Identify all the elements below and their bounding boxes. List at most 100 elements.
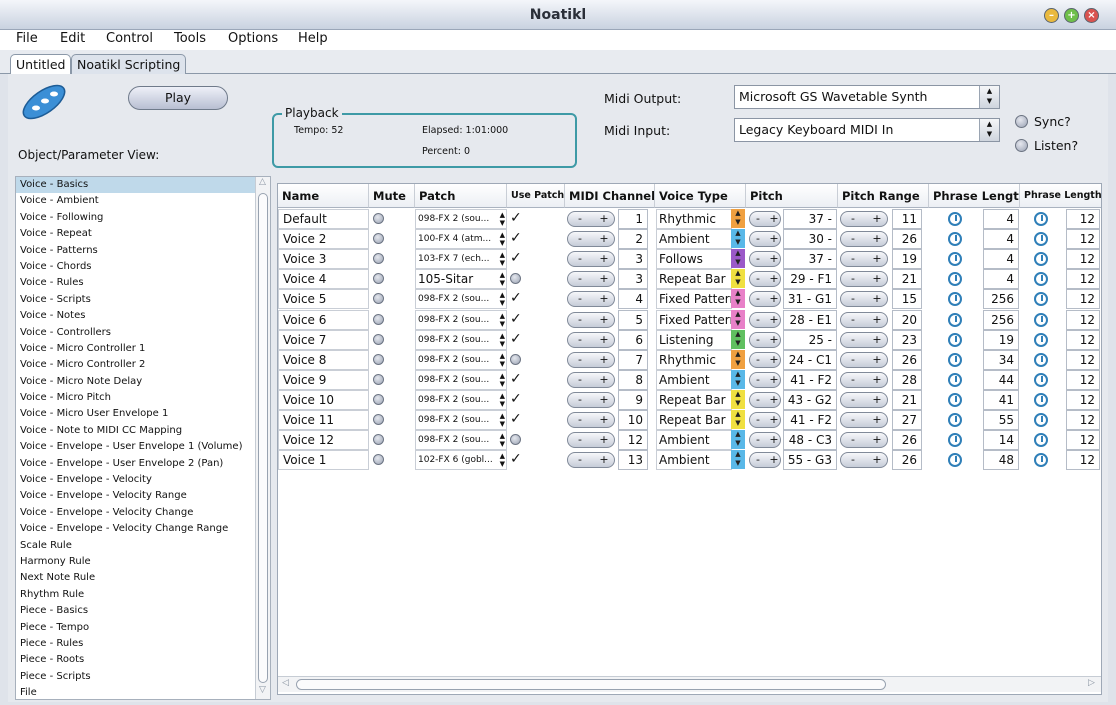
midi-channel-value[interactable]: 9	[618, 389, 648, 410]
object-list-item[interactable]: Voice - Envelope - User Envelope 2 (Pan)	[16, 456, 270, 472]
midi-channel-stepper[interactable]: - +	[567, 331, 615, 348]
midi-channel-value[interactable]: 8	[618, 369, 648, 390]
pitch-stepper[interactable]: - +	[749, 371, 781, 388]
phrase-length-dial-icon[interactable]	[948, 413, 962, 427]
sync-radio[interactable]	[1015, 115, 1028, 128]
pitch-range-stepper[interactable]: - +	[840, 391, 888, 408]
patch-spinner-icon[interactable]: ▲ ▼	[500, 211, 505, 227]
object-list-item[interactable]: Voice - Ambient	[16, 193, 270, 209]
use-patch-checkbox[interactable]: ✓	[510, 332, 522, 346]
object-list-item[interactable]: Piece - Roots	[16, 652, 270, 668]
pitch-range-value[interactable]: 26	[892, 229, 922, 250]
object-list-item[interactable]: Voice - Scripts	[16, 292, 270, 308]
col-header-mute[interactable]: Mute	[369, 184, 415, 208]
pitch-stepper[interactable]: - +	[749, 251, 781, 268]
pitch-range-value[interactable]: 20	[892, 309, 922, 330]
patch-spinner-icon[interactable]: ▲ ▼	[500, 332, 505, 348]
use-patch-checkbox[interactable]	[510, 273, 521, 285]
mute-toggle[interactable]	[373, 253, 384, 265]
midi-channel-stepper[interactable]: - +	[567, 452, 615, 469]
patch-spinner-icon[interactable]: ▲ ▼	[500, 352, 505, 368]
voice-name-cell[interactable]: Default	[278, 209, 369, 229]
pitch-value[interactable]: 29 - F1	[783, 269, 837, 290]
pitch-range-value[interactable]: 28	[892, 369, 922, 390]
midi-channel-stepper[interactable]: - +	[567, 311, 615, 328]
use-patch-checkbox[interactable]: ✓	[510, 392, 522, 406]
play-button[interactable]: Play	[128, 86, 228, 110]
object-list-item[interactable]: Voice - Repeat	[16, 226, 270, 242]
voice-name-cell[interactable]: Voice 3	[278, 249, 369, 270]
voice-type-select[interactable]: Repeat Bar	[656, 410, 732, 430]
pitch-range-stepper[interactable]: - +	[840, 452, 888, 469]
patch-select[interactable]: 098-FX 2 (sou... ▲ ▼	[415, 369, 507, 390]
mute-toggle[interactable]	[373, 373, 384, 385]
patch-select[interactable]: 098-FX 2 (sou... ▲ ▼	[415, 389, 507, 410]
phrase-length-2-dial-icon[interactable]	[1034, 352, 1048, 367]
pitch-range-value[interactable]: 27	[892, 410, 922, 430]
voice-type-select[interactable]: Fixed Pattern	[656, 309, 732, 330]
phrase-length-2-value[interactable]: 12	[1066, 389, 1100, 410]
pitch-range-value[interactable]: 11	[892, 209, 922, 229]
phrase-length-value[interactable]: 4	[983, 249, 1019, 270]
grid-horizontal-scrollbar[interactable]: ◁ ▷	[278, 676, 1101, 692]
voice-type-spinner-icon[interactable]: ▲ ▼	[731, 209, 745, 228]
voice-type-spinner-icon[interactable]: ▲ ▼	[731, 389, 745, 409]
use-patch-checkbox[interactable]: ✓	[510, 291, 522, 305]
object-list-item[interactable]: Piece - Scripts	[16, 669, 270, 685]
phrase-length-2-dial-icon[interactable]	[1034, 252, 1048, 267]
midi-channel-value[interactable]: 12	[618, 430, 648, 451]
phrase-length-2-dial-icon[interactable]	[1034, 232, 1048, 247]
patch-select[interactable]: 100-FX 4 (atm... ▲ ▼	[415, 229, 507, 250]
patch-spinner-icon[interactable]: ▲ ▼	[500, 312, 505, 328]
use-patch-checkbox[interactable]: ✓	[510, 251, 522, 265]
phrase-length-dial-icon[interactable]	[948, 352, 962, 367]
pitch-range-stepper[interactable]: - +	[840, 251, 888, 268]
mute-toggle[interactable]	[373, 313, 384, 325]
phrase-length-value[interactable]: 48	[983, 450, 1019, 471]
voice-name-cell[interactable]: Voice 6	[278, 309, 369, 330]
col-header-phrase-length-2[interactable]: Phrase Length ...	[1020, 184, 1101, 208]
close-icon[interactable]: ×	[1084, 8, 1099, 23]
maximize-icon[interactable]: +	[1064, 8, 1079, 23]
col-header-voice-type[interactable]: Voice Type	[655, 184, 746, 208]
pitch-stepper[interactable]: - +	[749, 211, 781, 227]
menu-file[interactable]: File	[16, 30, 38, 48]
patch-spinner-icon[interactable]: ▲ ▼	[500, 231, 505, 247]
midi-channel-stepper[interactable]: - +	[567, 371, 615, 388]
phrase-length-2-dial-icon[interactable]	[1034, 413, 1048, 427]
midi-channel-value[interactable]: 3	[618, 249, 648, 270]
object-list-item[interactable]: Voice - Patterns	[16, 243, 270, 259]
midi-input-spinner-icon[interactable]: ▲ ▼	[979, 119, 999, 141]
midi-channel-stepper[interactable]: - +	[567, 231, 615, 248]
col-header-phrase-length[interactable]: Phrase Length	[929, 184, 1020, 208]
grid-scroll-thumb[interactable]	[296, 679, 886, 690]
phrase-length-2-dial-icon[interactable]	[1034, 272, 1048, 287]
phrase-length-value[interactable]: 256	[983, 289, 1019, 310]
use-patch-checkbox[interactable]	[510, 353, 521, 365]
voice-name-cell[interactable]: Voice 4	[278, 269, 369, 290]
phrase-length-2-dial-icon[interactable]	[1034, 292, 1048, 307]
phrase-length-2-value[interactable]: 12	[1066, 289, 1100, 310]
object-list-item[interactable]: Voice - Envelope - Velocity Range	[16, 488, 270, 504]
midi-channel-value[interactable]: 3	[618, 269, 648, 290]
phrase-length-2-dial-icon[interactable]	[1034, 433, 1048, 448]
object-list-item[interactable]: Voice - Controllers	[16, 325, 270, 341]
phrase-length-2-value[interactable]: 12	[1066, 229, 1100, 250]
midi-channel-value[interactable]: 13	[618, 450, 648, 471]
pitch-range-stepper[interactable]: - +	[840, 412, 888, 428]
object-list-item[interactable]: Voice - Following	[16, 210, 270, 226]
patch-select[interactable]: 098-FX 2 (sou... ▲ ▼	[415, 309, 507, 330]
use-patch-checkbox[interactable]: ✓	[510, 412, 522, 426]
patch-select[interactable]: 102-FX 6 (gobl... ▲ ▼	[415, 450, 507, 471]
voice-type-spinner-icon[interactable]: ▲ ▼	[731, 349, 745, 369]
midi-output-spinner-icon[interactable]: ▲ ▼	[979, 86, 999, 108]
pitch-stepper[interactable]: - +	[749, 311, 781, 328]
phrase-length-2-dial-icon[interactable]	[1034, 212, 1048, 226]
use-patch-checkbox[interactable]: ✓	[510, 452, 522, 466]
phrase-length-2-value[interactable]: 12	[1066, 269, 1100, 290]
object-list-item[interactable]: Rhythm Rule	[16, 587, 270, 603]
voice-type-spinner-icon[interactable]: ▲ ▼	[731, 269, 745, 289]
voice-name-cell[interactable]: Voice 2	[278, 229, 369, 250]
pitch-range-stepper[interactable]: - +	[840, 231, 888, 248]
use-patch-checkbox[interactable]	[510, 434, 521, 446]
